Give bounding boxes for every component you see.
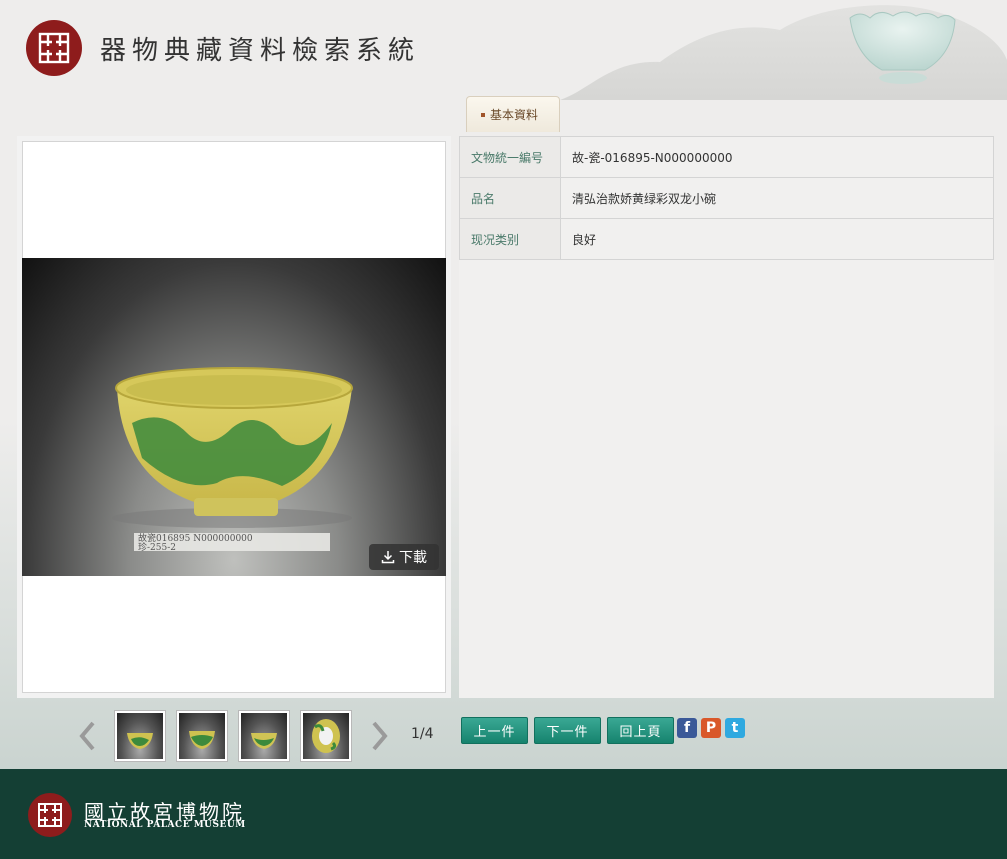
- table-row: 文物統一編号 故-瓷-016895-N000000000: [459, 136, 994, 178]
- table-row: 现况类别 良好: [459, 218, 994, 260]
- bowl-thumb-icon: [251, 733, 277, 749]
- footer-museum-name-en: NATIONAL PALACE MUSEUM: [84, 820, 246, 830]
- bowl-thumb-icon: [127, 733, 153, 749]
- field-key: 文物統一編号: [459, 136, 561, 178]
- field-key: 现况类别: [459, 218, 561, 260]
- museum-logo-icon[interactable]: [26, 20, 82, 76]
- image-panel: 故瓷016895 N000000000 珍-255-2 下載: [17, 136, 451, 698]
- info-panel: 文物統一編号 故-瓷-016895-N000000000 品名 清弘治款娇黄绿彩…: [459, 136, 994, 698]
- page-footer: 國立故宮博物院 NATIONAL PALACE MUSEUM: [0, 769, 1007, 859]
- download-icon: [381, 551, 395, 564]
- download-button[interactable]: 下載: [369, 544, 439, 570]
- next-item-button[interactable]: 下一件: [534, 717, 601, 744]
- artifact-photo[interactable]: 故瓷016895 N000000000 珍-255-2 下載: [22, 258, 446, 576]
- page-counter: 1/4: [411, 726, 434, 742]
- facebook-share-icon[interactable]: f: [677, 718, 697, 738]
- table-row: 品名 清弘治款娇黄绿彩双龙小碗: [459, 177, 994, 219]
- thumbnail-4[interactable]: [300, 710, 352, 762]
- chevron-right-icon: [372, 721, 388, 751]
- download-label: 下載: [399, 550, 427, 566]
- field-key: 品名: [459, 177, 561, 219]
- field-value: 良好: [560, 218, 994, 260]
- tab-label: 基本資料: [490, 108, 539, 122]
- bullet-icon: [481, 112, 485, 117]
- tab-basic-info[interactable]: 基本資料: [466, 96, 560, 132]
- thumbnail-1[interactable]: [114, 710, 166, 762]
- header-bowl-banner: [560, 5, 1007, 100]
- bowl-image: 故瓷016895 N000000000 珍-255-2: [112, 367, 353, 553]
- photo-caption-line-2: 珍-255-2: [138, 541, 176, 553]
- museum-footer-logo-icon[interactable]: [28, 793, 72, 837]
- bowl-bottom-thumb-icon: [312, 719, 340, 753]
- chevron-left-icon: [79, 721, 95, 751]
- info-table: 文物統一編号 故-瓷-016895-N000000000 品名 清弘治款娇黄绿彩…: [459, 136, 994, 260]
- thumb-prev-button[interactable]: [77, 720, 97, 752]
- thumbnail-2[interactable]: [176, 710, 228, 762]
- bowl-thumb-icon: [189, 731, 215, 749]
- field-value: 故-瓷-016895-N000000000: [560, 136, 994, 178]
- field-value: 清弘治款娇黄绿彩双龙小碗: [560, 177, 994, 219]
- thumb-next-button[interactable]: [370, 720, 390, 752]
- site-title: 器物典藏資料檢索系統: [100, 36, 421, 66]
- thumbnail-3[interactable]: [238, 710, 290, 762]
- page-header: 器物典藏資料檢索系統: [0, 0, 1007, 100]
- prev-item-button[interactable]: 上一件: [461, 717, 528, 744]
- twitter-share-icon[interactable]: t: [725, 718, 745, 738]
- back-button[interactable]: 回上頁: [607, 717, 674, 744]
- plurk-share-icon[interactable]: P: [701, 718, 721, 738]
